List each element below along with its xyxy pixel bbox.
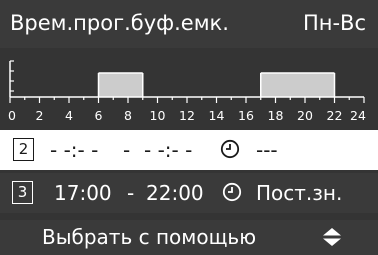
schedule-bar: [260, 73, 335, 97]
slot-mode: ---: [256, 138, 278, 162]
x-tick-label: 22: [327, 108, 343, 123]
slot-mode: Пост.зн.: [256, 181, 343, 205]
x-tick-label: 14: [209, 108, 225, 123]
slot-end-time: - -:- -: [144, 138, 193, 162]
x-tick-label: 18: [268, 108, 284, 123]
clock-icon: [222, 182, 242, 202]
x-tick-label: 12: [179, 108, 195, 123]
screen-title: Врем.прог.буф.емк.: [10, 11, 229, 35]
x-tick-label: 10: [150, 108, 166, 123]
x-tick-label: 2: [36, 108, 44, 123]
day-range-label: Пн-Вс: [302, 11, 366, 35]
slot-number: 3: [12, 181, 33, 204]
slot-number: 2: [13, 138, 34, 161]
x-tick-label: 4: [65, 108, 73, 123]
x-tick-label: 20: [297, 108, 313, 123]
time-slot-row[interactable]: 3 17:00 - 22:00 Пост.зн.: [0, 173, 378, 213]
x-tick-label: 8: [124, 108, 132, 123]
schedule-bar: [98, 73, 143, 97]
slot-start-time: - -:- -: [50, 138, 99, 162]
header-bar: Врем.прог.буф.емк. Пн-Вс: [0, 0, 378, 48]
footer-hint: Выбрать с помощью: [42, 225, 257, 249]
x-tick-label: 24: [350, 108, 366, 123]
slot-end-time: 22:00: [146, 181, 204, 205]
x-tick-label: 0: [8, 108, 16, 123]
x-tick-label: 6: [95, 108, 103, 123]
slot-start-time: 17:00: [54, 181, 112, 205]
timeline-chart: 0 2 4 6 8 10 12 14 16 18 20 22 24: [8, 60, 366, 123]
footer-bar: Выбрать с помощью: [0, 220, 378, 255]
up-down-arrows-icon[interactable]: [322, 227, 342, 247]
slot-separator: -: [123, 138, 131, 162]
slot-separator: -: [127, 181, 135, 205]
x-tick-label: 16: [238, 108, 254, 123]
time-slot-row[interactable]: 2 - -:- - - - -:- - ---: [0, 130, 378, 170]
clock-icon: [220, 139, 240, 159]
